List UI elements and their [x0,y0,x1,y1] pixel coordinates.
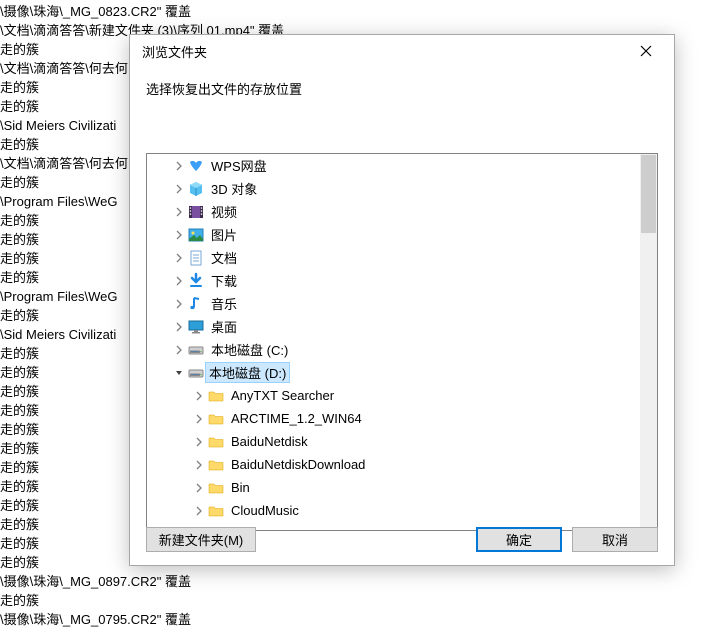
dialog-title: 浏览文件夹 [142,42,626,61]
tree-item-label: 音乐 [209,293,239,314]
tree-item--[interactable]: 文档 [147,246,642,269]
tree-item-label: 本地磁盘 (C:) [209,339,290,360]
down-icon [187,272,205,290]
tree-item--[interactable]: 音乐 [147,292,642,315]
folder-icon [207,456,225,474]
music-icon [187,295,205,313]
tree-item--[interactable]: 图片 [147,223,642,246]
tree-item-label: 桌面 [209,316,239,337]
tree-scrollbar[interactable] [640,154,657,530]
tree-item-baidunetdiskdownload[interactable]: BaiduNetdiskDownload [147,453,642,476]
doc-icon [187,249,205,267]
cancel-button[interactable]: 取消 [572,527,658,552]
folder-icon [207,502,225,520]
tree-item-label: CloudMusic [229,502,301,519]
tree-item-anytxt-searcher[interactable]: AnyTXT Searcher [147,384,642,407]
disk-icon [187,364,205,382]
tree-item-label: BaiduNetdiskDownload [229,456,367,473]
tree-item-wps-[interactable]: WPS网盘 [147,154,642,177]
pic-icon [187,226,205,244]
tree-item-label: WPS网盘 [209,155,269,176]
tree-item-cloudmusic[interactable]: CloudMusic [147,499,642,522]
folder-icon [207,433,225,451]
dialog-titlebar: 浏览文件夹 [130,35,674,67]
browse-folder-dialog: 浏览文件夹 选择恢复出文件的存放位置 WPS网盘3D 对象视频图片文档下载音乐桌… [129,34,675,566]
folder-icon [207,479,225,497]
tree-item-label: 3D 对象 [209,178,259,199]
tree-item-label: ARCTIME_1.2_WIN64 [229,410,364,427]
chevron-right-icon[interactable] [171,250,187,266]
log-line: 走的簇 [0,591,724,610]
folder-icon [207,387,225,405]
tree-item-label: AnyTXT Searcher [229,387,336,404]
tree-item-label: 本地磁盘 (D:) [205,362,290,383]
tree-item--d-[interactable]: 本地磁盘 (D:) [147,361,642,384]
chevron-down-icon[interactable] [171,365,187,381]
chevron-right-icon[interactable] [171,342,187,358]
folder-tree: WPS网盘3D 对象视频图片文档下载音乐桌面本地磁盘 (C:)本地磁盘 (D:)… [146,153,658,531]
chevron-right-icon[interactable] [191,480,207,496]
cube-icon [187,180,205,198]
chevron-right-icon[interactable] [171,227,187,243]
tree-item-3d-[interactable]: 3D 对象 [147,177,642,200]
chevron-right-icon[interactable] [171,273,187,289]
chevron-right-icon[interactable] [191,411,207,427]
log-line: \摄像\珠海\_MG_0897.CR2" 覆盖 [0,572,724,591]
chevron-right-icon[interactable] [191,503,207,519]
chevron-right-icon[interactable] [171,296,187,312]
tree-item-bin[interactable]: Bin [147,476,642,499]
chevron-right-icon[interactable] [191,457,207,473]
tree-item--[interactable]: 桌面 [147,315,642,338]
tree-item-label: BaiduNetdisk [229,433,310,450]
disk-icon [187,341,205,359]
tree-item-baidunetdisk[interactable]: BaiduNetdisk [147,430,642,453]
tree-item--c-[interactable]: 本地磁盘 (C:) [147,338,642,361]
tree-item-arctime-1-2-win64[interactable]: ARCTIME_1.2_WIN64 [147,407,642,430]
dialog-instruction: 选择恢复出文件的存放位置 [130,67,674,106]
tree-item-label: 视频 [209,201,239,222]
new-folder-button[interactable]: 新建文件夹(M) [146,527,256,552]
tree-item--[interactable]: 下载 [147,269,642,292]
tree-item--[interactable]: 视频 [147,200,642,223]
dialog-button-row: 新建文件夹(M) 确定 取消 [146,527,658,553]
scrollbar-thumb[interactable] [641,155,656,233]
chevron-right-icon[interactable] [191,434,207,450]
ok-button[interactable]: 确定 [476,527,562,552]
chevron-right-icon[interactable] [191,388,207,404]
wps-icon [187,157,205,175]
tree-item-label: 文档 [209,247,239,268]
desk-icon [187,318,205,336]
tree-item-label: 下载 [209,270,239,291]
tree-item-label: Bin [229,479,252,496]
close-button[interactable] [626,37,666,65]
chevron-right-icon[interactable] [171,319,187,335]
close-icon [640,45,652,57]
log-line: \摄像\珠海\_MG_0823.CR2" 覆盖 [0,2,724,21]
log-line: \摄像\珠海\_MG_0795.CR2" 覆盖 [0,610,724,629]
folder-icon [207,410,225,428]
chevron-right-icon[interactable] [171,181,187,197]
tree-item-label: 图片 [209,224,239,245]
chevron-right-icon[interactable] [171,204,187,220]
chevron-right-icon[interactable] [171,158,187,174]
video-icon [187,203,205,221]
